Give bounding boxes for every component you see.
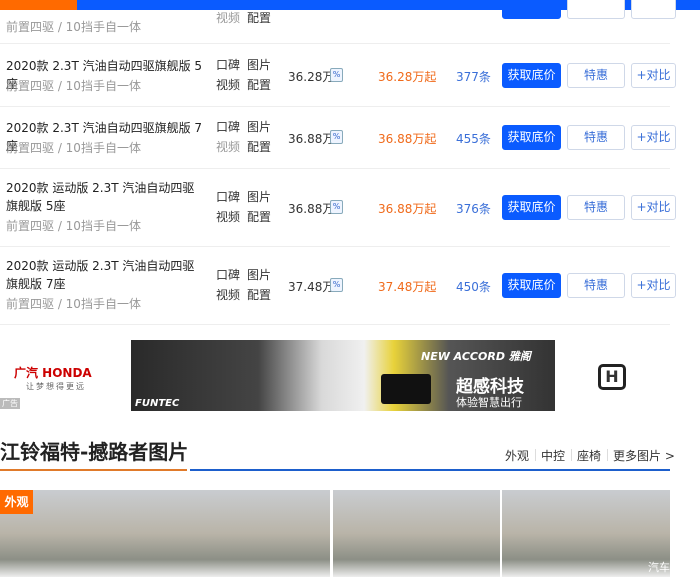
- lowest-price[interactable]: 36.88万起: [378, 200, 436, 217]
- video-link[interactable]: 视频: [216, 138, 240, 155]
- video-link[interactable]: 视频: [216, 208, 240, 225]
- compare-button[interactable]: +对比: [631, 125, 676, 150]
- deal-button[interactable]: 特惠: [567, 273, 625, 298]
- table-row: 前置四驱 / 10挡手自一体 视频 配置: [0, 0, 676, 44]
- section-title: 江铃福特-撼路者图片: [0, 440, 189, 464]
- compare-button[interactable]: [631, 0, 676, 19]
- guide-price: 36.28万: [288, 70, 335, 84]
- dealer-count[interactable]: 377条: [456, 68, 491, 85]
- review-link[interactable]: 口碑: [216, 56, 240, 73]
- trim-name[interactable]: 2020款 运动版 2.3T 汽油自动四驱旗舰版 7座: [6, 257, 206, 293]
- compare-button[interactable]: +对比: [631, 273, 676, 298]
- spec-text: 前置四驱 / 10挡手自一体: [6, 219, 141, 233]
- compare-button[interactable]: +对比: [631, 195, 676, 220]
- review-link[interactable]: 口碑: [216, 266, 240, 283]
- lowest-price[interactable]: 36.88万起: [378, 130, 436, 147]
- table-row: 2020款 运动版 2.3T 汽油自动四驱旗舰版 5座 前置四驱 / 10挡手自…: [0, 169, 676, 247]
- guide-price: 37.48万: [288, 280, 335, 294]
- table-row: 2020款 2.3T 汽油自动四驱旗舰版 7座 前置四驱 / 10挡手自一体 口…: [0, 107, 676, 169]
- compare-button[interactable]: +对比: [631, 63, 676, 88]
- lowest-price[interactable]: 37.48万起: [378, 278, 436, 295]
- calculator-icon[interactable]: %: [330, 130, 343, 144]
- calculator-icon[interactable]: %: [330, 68, 343, 82]
- photos-link[interactable]: 图片: [247, 266, 271, 283]
- nav-interior[interactable]: 中控: [541, 447, 565, 464]
- nav-exterior[interactable]: 外观: [505, 447, 529, 464]
- photo-exterior-main[interactable]: [0, 490, 330, 577]
- nav-more-photos[interactable]: 更多图片 >: [613, 447, 675, 464]
- photo-thumb[interactable]: [333, 490, 500, 577]
- config-link[interactable]: 配置: [247, 138, 271, 155]
- trim-name[interactable]: 2020款 运动版 2.3T 汽油自动四驱旗舰版 5座: [6, 179, 206, 215]
- spec-text: 前置四驱 / 10挡手自一体: [6, 141, 141, 155]
- screen-image: [381, 374, 431, 404]
- review-link[interactable]: 口碑: [216, 188, 240, 205]
- spec-text: 前置四驱 / 10挡手自一体: [6, 20, 141, 34]
- guide-price: 36.88万: [288, 132, 335, 146]
- dealer-count[interactable]: 450条: [456, 278, 491, 295]
- video-link[interactable]: 视频: [216, 76, 240, 93]
- banner-tag: FUNTEC: [135, 398, 180, 409]
- photos-link[interactable]: 图片: [247, 188, 271, 205]
- get-price-button[interactable]: 获取底价: [502, 195, 561, 220]
- ad-banner[interactable]: FUNTEC NEW ACCORD 雅阁 超感科技 体验智慧出行: [131, 340, 555, 411]
- deal-button[interactable]: 特惠: [567, 195, 625, 220]
- divider: [535, 449, 536, 461]
- ad-label: 广告: [0, 398, 20, 409]
- gac-honda-logo[interactable]: 广汽 HONDA 让梦想得更远: [14, 364, 114, 392]
- photo-thumb[interactable]: [502, 490, 670, 577]
- category-badge: 外观: [0, 490, 33, 514]
- dealer-count[interactable]: 376条: [456, 200, 491, 217]
- title-underline-blue: [190, 469, 670, 471]
- deal-button[interactable]: 特惠: [567, 63, 625, 88]
- get-price-button[interactable]: 获取底价: [502, 125, 561, 150]
- spec-text: 前置四驱 / 10挡手自一体: [6, 297, 141, 311]
- guide-price: 36.88万: [288, 202, 335, 216]
- photos-link[interactable]: 图片: [247, 118, 271, 135]
- photos-link[interactable]: 图片: [247, 56, 271, 73]
- banner-subline: 体验智慧出行: [456, 396, 522, 409]
- deal-button[interactable]: 特惠: [567, 125, 625, 150]
- get-price-button[interactable]: [502, 0, 561, 19]
- get-price-button[interactable]: 获取底价: [502, 273, 561, 298]
- review-link[interactable]: 口碑: [216, 118, 240, 135]
- divider: [607, 449, 608, 461]
- brand-text: 广汽 HONDA: [14, 366, 92, 380]
- get-price-button[interactable]: 获取底价: [502, 63, 561, 88]
- lowest-price[interactable]: 36.28万起: [378, 68, 436, 85]
- banner-model: NEW ACCORD 雅阁: [421, 350, 531, 363]
- config-link[interactable]: 配置: [247, 286, 271, 303]
- video-link[interactable]: 视频: [216, 286, 240, 303]
- slogan-text: 让梦想得更远: [26, 382, 86, 391]
- table-row: 2020款 运动版 2.3T 汽油自动四驱旗舰版 7座 前置四驱 / 10挡手自…: [0, 247, 676, 325]
- nav-seats[interactable]: 座椅: [577, 447, 601, 464]
- table-row: 2020款 2.3T 汽油自动四驱旗舰版 5座 前置四驱 / 10挡手自一体 口…: [0, 45, 676, 107]
- config-link[interactable]: 配置: [247, 208, 271, 225]
- calculator-icon[interactable]: %: [330, 200, 343, 214]
- deal-button[interactable]: [567, 0, 625, 19]
- config-link[interactable]: 配置: [247, 76, 271, 93]
- watermark: 汽车: [648, 561, 670, 574]
- spec-text: 前置四驱 / 10挡手自一体: [6, 79, 141, 93]
- title-underline-orange: [0, 469, 187, 471]
- honda-logo-icon: H: [598, 364, 626, 390]
- divider: [571, 449, 572, 461]
- calculator-icon[interactable]: %: [330, 278, 343, 292]
- dealer-count[interactable]: 455条: [456, 130, 491, 147]
- video-link[interactable]: 视频: [216, 9, 240, 26]
- config-link[interactable]: 配置: [247, 9, 271, 26]
